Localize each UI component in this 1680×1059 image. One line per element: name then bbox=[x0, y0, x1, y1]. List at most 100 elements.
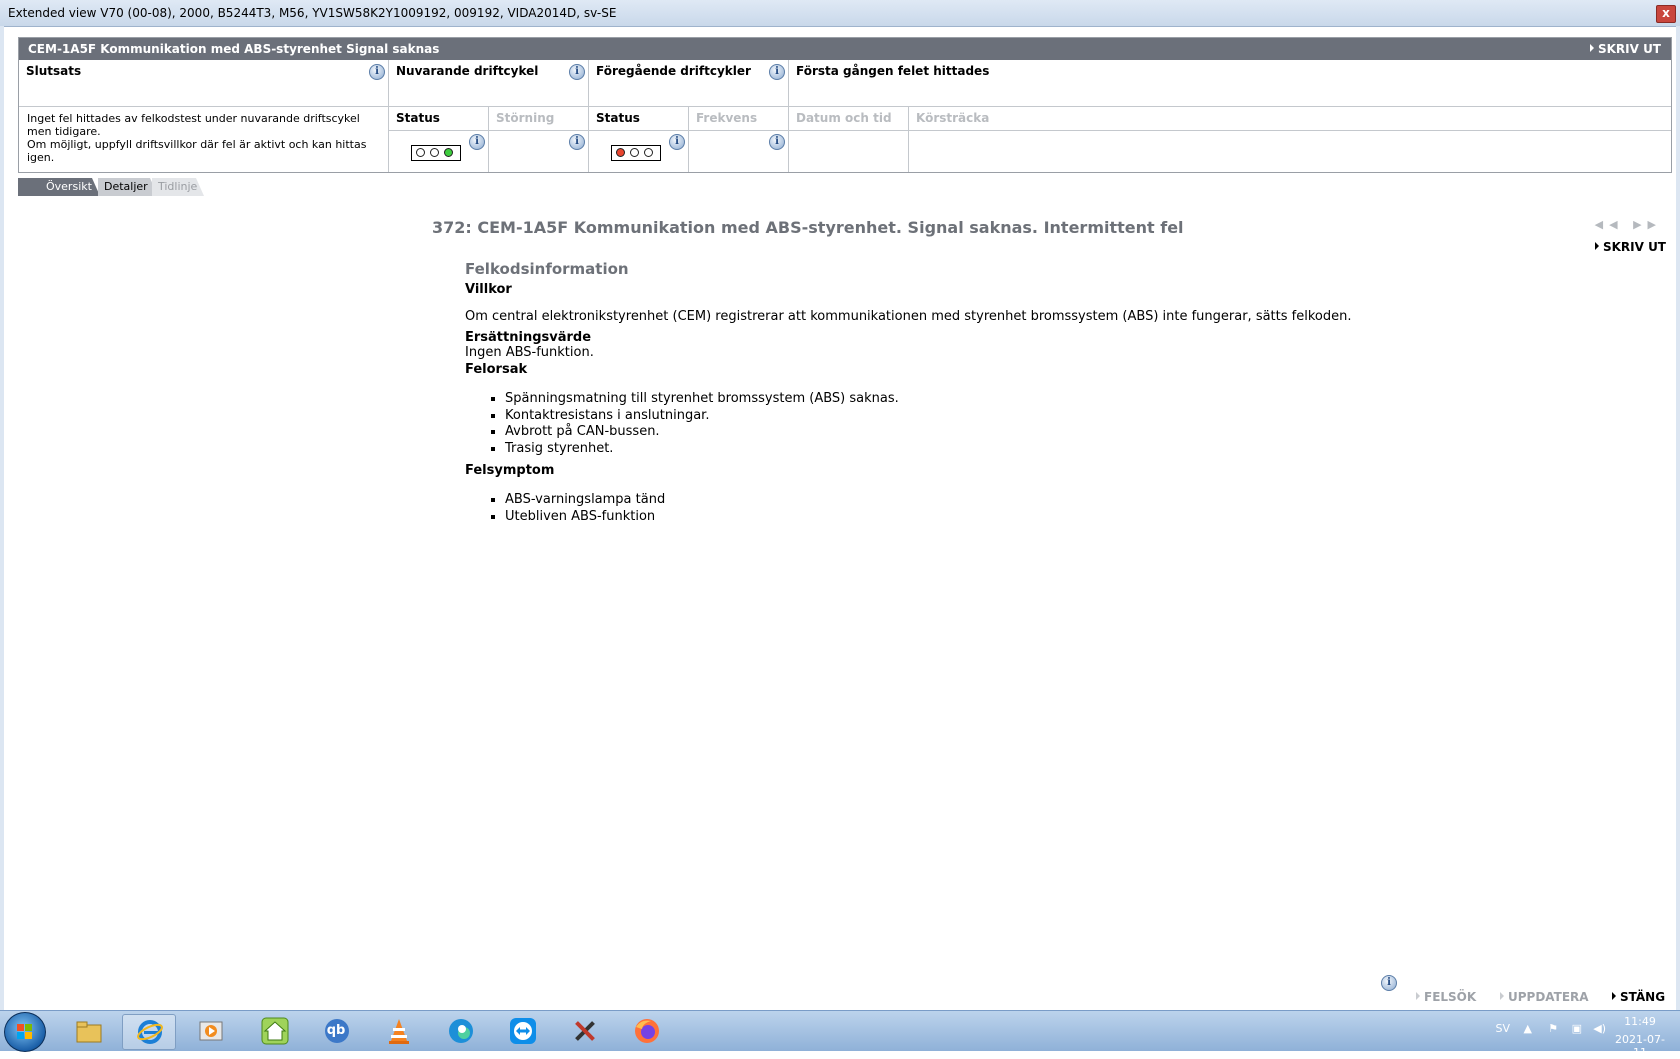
print-button-top[interactable]: SKRIV UT bbox=[1589, 38, 1661, 60]
window-title: Extended view V70 (00-08), 2000, B5244T3… bbox=[8, 6, 617, 20]
taskbar-home-app[interactable] bbox=[248, 1014, 300, 1048]
arrow-right-icon bbox=[1612, 992, 1616, 1000]
info-icon[interactable]: i bbox=[569, 64, 585, 80]
date-time-cell bbox=[789, 131, 909, 172]
list-item: ABS-varningslampa tänd bbox=[505, 492, 1465, 509]
tab-overview[interactable]: Översikt bbox=[18, 178, 100, 196]
status-light bbox=[416, 148, 425, 157]
taskbar-qbittorrent[interactable]: qb bbox=[310, 1014, 362, 1048]
qbittorrent-label: qb bbox=[326, 1023, 346, 1038]
home-icon bbox=[261, 1017, 289, 1045]
window-titlebar: Extended view V70 (00-08), 2000, B5244T3… bbox=[0, 0, 1680, 27]
taskbar-edge[interactable] bbox=[434, 1014, 486, 1048]
mileage-cell bbox=[909, 131, 1671, 172]
list-item: Spänningsmatning till styrenhet bromssys… bbox=[505, 391, 1465, 408]
conclusion-header: Slutsats i bbox=[19, 60, 389, 107]
tools-icon bbox=[575, 1021, 595, 1041]
info-icon[interactable]: i bbox=[769, 134, 785, 150]
list-item: Utebliven ABS-funktion bbox=[505, 509, 1465, 526]
panel-header: CEM-1A5F Kommunikation med ABS-styrenhet… bbox=[19, 38, 1671, 60]
info-icon[interactable]: i bbox=[569, 134, 585, 150]
network-icon[interactable]: ▣ bbox=[1572, 1022, 1582, 1035]
teamviewer-icon bbox=[510, 1018, 536, 1044]
print-label: SKRIV UT bbox=[1602, 240, 1666, 254]
status-header-previous: Status bbox=[589, 107, 689, 131]
close-label: STÄNG bbox=[1620, 990, 1666, 1004]
close-window-button[interactable]: x bbox=[1656, 5, 1676, 23]
section-title: Felkodsinformation bbox=[465, 260, 629, 278]
arrow-right-icon bbox=[1416, 992, 1420, 1000]
edge-icon bbox=[449, 1019, 473, 1043]
substitute-text: Ingen ABS-funktion. bbox=[465, 345, 594, 360]
first-found-header: Första gången felet hittades bbox=[789, 60, 1671, 107]
status-light bbox=[444, 148, 453, 157]
taskbar-explorer[interactable] bbox=[62, 1014, 114, 1048]
status-light bbox=[644, 148, 653, 157]
current-cycle-header: Nuvarande driftcykel i bbox=[389, 60, 589, 107]
close-button[interactable]: STÄNG bbox=[1612, 990, 1665, 1004]
taskbar: qb SV ▲ ⚑ ▣ ◀) 11:49 2021-07-11 bbox=[0, 1010, 1680, 1059]
page-navigation[interactable]: ◀◀ ▶▶ bbox=[1595, 218, 1662, 231]
firefox-icon bbox=[635, 1019, 659, 1043]
arrow-right-icon bbox=[1594, 242, 1599, 250]
dtc-title: 372: CEM-1A5F Kommunikation med ABS-styr… bbox=[432, 218, 1184, 237]
vlc-icon bbox=[389, 1019, 409, 1044]
taskbar-teamviewer[interactable] bbox=[496, 1014, 548, 1048]
taskbar-vlc[interactable] bbox=[372, 1014, 424, 1048]
status-header-current: Status bbox=[389, 107, 489, 131]
media-player-icon bbox=[199, 1021, 223, 1041]
list-item: Avbrott på CAN-bussen. bbox=[505, 424, 1465, 441]
frequency-cell: i bbox=[689, 131, 789, 172]
start-button[interactable] bbox=[4, 1012, 46, 1052]
cause-list: Spänningsmatning till styrenhet bromssys… bbox=[465, 391, 1465, 457]
clock-time[interactable]: 11:49 bbox=[1612, 1015, 1668, 1028]
list-item: Trasig styrenhet. bbox=[505, 441, 1465, 458]
conclusion-header-label: Slutsats bbox=[26, 64, 82, 78]
taskbar-tools[interactable] bbox=[558, 1014, 610, 1048]
symptom-heading: Felsymptom bbox=[465, 463, 555, 478]
status-lights-previous bbox=[611, 145, 661, 161]
print-button-content[interactable]: SKRIV UT bbox=[1594, 240, 1666, 254]
troubleshoot-button[interactable]: FELSÖK bbox=[1416, 990, 1476, 1004]
conditions-text: Om central elektronikstyrenhet (CEM) reg… bbox=[465, 309, 1352, 324]
status-light bbox=[630, 148, 639, 157]
folder-icon bbox=[76, 1021, 102, 1043]
taskbar-firefox[interactable] bbox=[620, 1014, 672, 1048]
window-frame-left bbox=[0, 26, 4, 1010]
info-icon[interactable]: i bbox=[469, 134, 485, 150]
language-indicator[interactable]: SV bbox=[1495, 1022, 1510, 1035]
conditions-heading: Villkor bbox=[465, 282, 512, 297]
clock-date[interactable]: 2021-07-11 bbox=[1612, 1033, 1668, 1059]
conclusion-text: Inget fel hittades av felkodstest under … bbox=[19, 107, 389, 172]
taskbar-internet-explorer[interactable] bbox=[122, 1014, 176, 1050]
status-light bbox=[616, 148, 625, 157]
previous-status-cell: i bbox=[589, 131, 689, 172]
mileage-header: Körsträcka bbox=[909, 107, 1671, 131]
print-label: SKRIV UT bbox=[1597, 42, 1661, 56]
tab-details[interactable]: Detaljer bbox=[98, 178, 158, 196]
taskbar-media-player[interactable] bbox=[184, 1014, 236, 1048]
previous-cycles-header: Föregående driftcykler i bbox=[589, 60, 789, 107]
dtc-details-content: Felkodsinformation Villkor Om central el… bbox=[465, 258, 1465, 525]
current-cycle-header-label: Nuvarande driftcykel bbox=[396, 64, 539, 78]
windows-logo-icon bbox=[17, 1024, 32, 1039]
volume-icon[interactable]: ◀) bbox=[1593, 1022, 1606, 1035]
list-item: Kontaktresistans i anslutningar. bbox=[505, 408, 1465, 425]
action-center-icon[interactable]: ⚑ bbox=[1548, 1022, 1558, 1035]
disturbance-header: Störning bbox=[489, 107, 589, 131]
show-hidden-icons[interactable]: ▲ bbox=[1524, 1022, 1532, 1035]
info-icon[interactable]: i bbox=[369, 64, 385, 80]
update-button[interactable]: UPPDATERA bbox=[1500, 990, 1589, 1004]
update-label: UPPDATERA bbox=[1508, 990, 1589, 1004]
arrow-right-icon bbox=[1500, 992, 1504, 1000]
status-lights-current bbox=[411, 145, 461, 161]
panel-title: CEM-1A5F Kommunikation med ABS-styrenhet… bbox=[28, 42, 440, 56]
info-icon[interactable]: i bbox=[769, 64, 785, 80]
info-icon[interactable]: i bbox=[669, 134, 685, 150]
substitute-heading: Ersättningsvärde bbox=[465, 330, 592, 345]
info-icon[interactable]: i bbox=[1381, 975, 1397, 991]
arrow-right-icon bbox=[1589, 44, 1594, 52]
tab-timeline[interactable]: Tidlinje bbox=[152, 178, 204, 196]
dtc-summary-panel: CEM-1A5F Kommunikation med ABS-styrenhet… bbox=[18, 37, 1672, 173]
date-time-header: Datum och tid bbox=[789, 107, 909, 131]
